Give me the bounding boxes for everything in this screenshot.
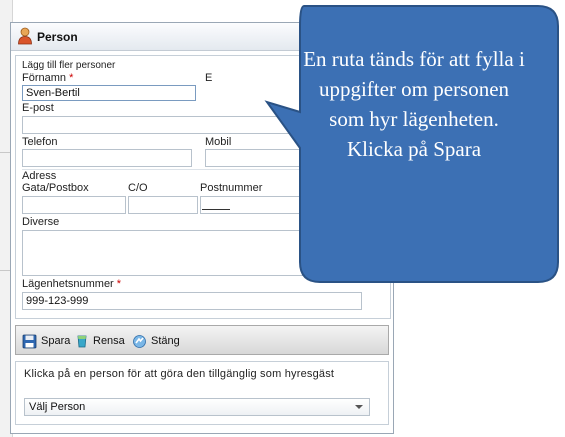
firstname-label: Förnamn * bbox=[22, 72, 74, 84]
person-icon bbox=[18, 27, 32, 45]
close-arrow-icon bbox=[133, 334, 146, 348]
street-input[interactable] bbox=[22, 196, 126, 214]
form-section-heading: Lägg till fler personer bbox=[22, 60, 116, 71]
clear-label: Rensa bbox=[93, 335, 125, 347]
select-person-panel: Klicka på en person för att göra den til… bbox=[15, 361, 389, 425]
floppy-disk-icon bbox=[22, 334, 37, 348]
street-label: Gata/Postbox bbox=[22, 182, 89, 194]
apartment-label: Lägenhetsnummer * bbox=[22, 278, 122, 290]
callout-text: En ruta tänds för att fylla i uppgifter … bbox=[303, 47, 525, 161]
select-person-dropdown[interactable]: Välj Person bbox=[24, 398, 370, 416]
select-person-hint: Klicka på en person för att göra den til… bbox=[24, 368, 335, 380]
misc-label: Diverse bbox=[22, 216, 60, 228]
postal-cursor-line bbox=[202, 209, 230, 210]
save-button[interactable]: Spara bbox=[22, 332, 70, 350]
address-label: Adress bbox=[22, 170, 57, 182]
clear-button[interactable]: Rensa bbox=[74, 332, 125, 350]
email-label: E-post bbox=[22, 102, 54, 114]
co-label: C/O bbox=[128, 182, 148, 194]
save-label: Spara bbox=[41, 335, 71, 347]
postal-label: Postnummer bbox=[200, 182, 263, 194]
close-label: Stäng bbox=[151, 335, 180, 347]
phone-label: Telefon bbox=[22, 136, 58, 148]
dialog-toolbar: Spara Rensa Stäng bbox=[15, 325, 389, 355]
eraser-icon bbox=[77, 335, 87, 347]
firstname-input[interactable]: Sven-Bertil bbox=[22, 85, 196, 101]
select-person-value: Välj Person bbox=[29, 401, 86, 413]
dialog-title: Person bbox=[37, 30, 78, 44]
mobile-label: Mobil bbox=[205, 136, 232, 148]
co-input[interactable] bbox=[128, 196, 198, 214]
close-button[interactable]: Stäng bbox=[132, 332, 180, 350]
phone-input[interactable] bbox=[22, 149, 192, 167]
lastname-label: E bbox=[205, 72, 213, 84]
chevron-down-icon bbox=[355, 405, 363, 409]
